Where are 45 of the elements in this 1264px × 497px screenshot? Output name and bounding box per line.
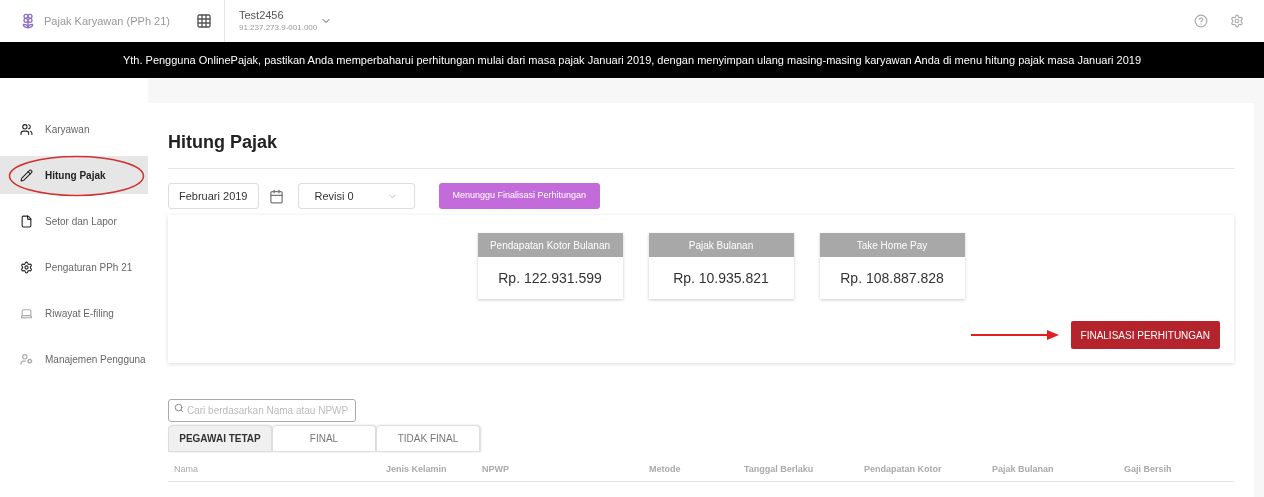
pencil-icon xyxy=(20,168,33,182)
card-value: Rp. 10.935.821 xyxy=(672,268,770,288)
column-header: Jenis Kelamin xyxy=(386,463,447,474)
sidebar-item[interactable]: Karyawan xyxy=(0,110,148,148)
tab[interactable]: PEGAWAI TETAP xyxy=(168,425,272,452)
column-header: Pendapatan Kotor xyxy=(864,463,942,474)
card-title: Pajak Bulanan xyxy=(648,233,794,257)
column-header: Nama xyxy=(174,463,198,474)
settings-icon[interactable] xyxy=(1230,14,1244,28)
company-npwp: 91.237.273.9-001.000 xyxy=(238,22,318,33)
laptop-icon xyxy=(20,306,33,320)
column-header: Pajak Bulanan xyxy=(992,463,1054,474)
calendar-icon[interactable] xyxy=(268,188,284,204)
users-icon xyxy=(20,122,33,136)
column-header: Gaji Bersih xyxy=(1124,463,1172,474)
tab[interactable]: TIDAK FINAL xyxy=(376,425,480,452)
sidebar-item[interactable]: Riwayat E-filing xyxy=(0,294,148,332)
card-title: Take Home Pay xyxy=(819,233,965,257)
apps-grid-icon[interactable] xyxy=(195,13,212,29)
sidebar-item[interactable]: Manajemen Pengguna xyxy=(0,340,148,378)
company-name: Test2456 xyxy=(238,9,285,23)
column-header: Metode xyxy=(649,463,681,474)
sidebar-item[interactable]: Hitung Pajak xyxy=(0,156,148,194)
notice-banner: Yth. Pengguna OnlinePajak, pastikan Anda memperbaharui perhitungan mulai dari masa pajak Januari 2019, dengan menyimpan ulang masing-masing karyawan Anda di menu hitung pajak masa Januari 2019 xyxy=(0,42,1264,78)
revision-dropdown[interactable]: Revisi 0 xyxy=(297,183,415,209)
search-icon xyxy=(174,403,184,413)
help-icon[interactable] xyxy=(1194,14,1208,28)
file-icon xyxy=(20,214,33,228)
people-icon xyxy=(20,352,33,366)
card-value: Rp. 122.931.599 xyxy=(497,268,603,288)
tab[interactable]: FINAL xyxy=(272,425,376,452)
sidebar-item[interactable]: Pengaturan PPh 21 xyxy=(0,248,148,286)
logo-icon xyxy=(20,13,36,29)
settings-icon xyxy=(20,260,33,274)
page-title: Hitung Pajak xyxy=(168,103,1234,169)
card-value: Rp. 108.887.828 xyxy=(839,268,945,288)
app-name: Pajak Karyawan (PPh 21) xyxy=(44,13,170,29)
sidebar-item[interactable]: Setor dan Lapor xyxy=(0,202,148,240)
finalize-button[interactable]: FINALISASI PERHITUNGAN xyxy=(1070,321,1220,349)
card-title: Pendapatan Kotor Bulanan xyxy=(477,233,623,257)
column-header: Tanggal Berlaku xyxy=(744,463,814,474)
period-field[interactable]: Februari 2019 xyxy=(168,183,259,209)
column-header: NPWP xyxy=(482,463,509,474)
status-badge: Menunggu Finalisasi Perhitungan xyxy=(438,183,601,209)
search-field[interactable]: Cari berdasarkan Nama atau NPWP xyxy=(168,399,356,422)
